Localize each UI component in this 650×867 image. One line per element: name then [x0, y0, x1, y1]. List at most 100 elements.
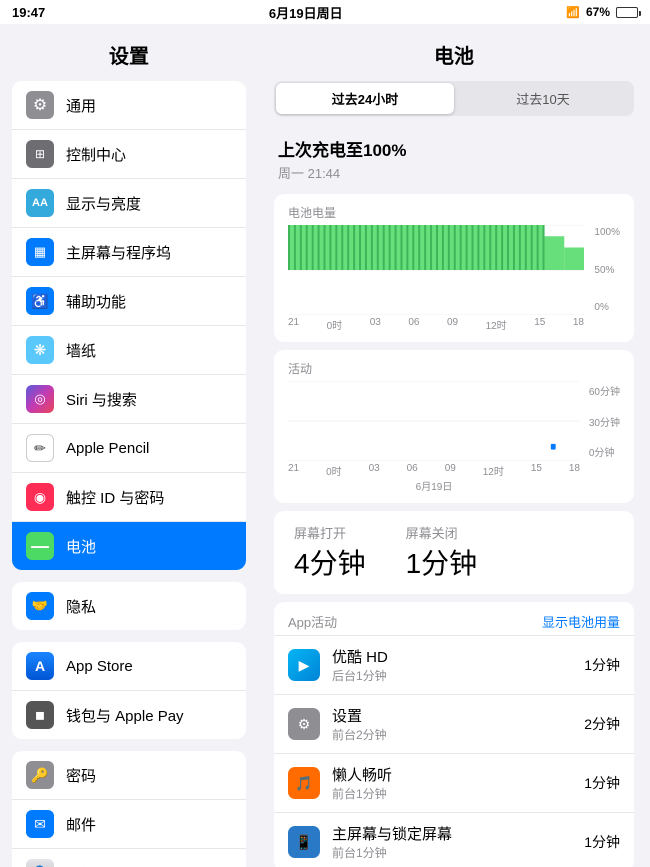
- lanren-name: 懒人畅听: [332, 764, 584, 785]
- touch-id-label: 触控 ID 与密码: [66, 487, 164, 508]
- youku-icon: ▶: [288, 649, 320, 681]
- sidebar-item-accessibility[interactable]: ♿ 辅助功能: [12, 277, 246, 326]
- sidebar-item-mail[interactable]: ✉ 邮件: [12, 800, 246, 849]
- y-label-50: 50%: [594, 265, 620, 276]
- home-screen-label: 主屏幕与程序坞: [66, 242, 171, 263]
- wallet-icon: ◼: [26, 701, 54, 729]
- touch-id-icon: ◉: [26, 483, 54, 511]
- status-bar: 19:47 6月19日周日 📶 67%: [0, 0, 650, 24]
- status-indicators: 📶 67%: [566, 5, 638, 19]
- activity-chart-x-labels: 21 0时 03 06 09 12时 15 18: [288, 461, 620, 478]
- main-area: 设置 ⚙ 通用 ⊞ 控制中心 AA 显示与亮度 ▦ 主屏幕与程序坞 ♿ 辅助功能: [0, 24, 650, 867]
- sidebar-group-2: 🤝 隐私: [12, 582, 246, 630]
- homescreen-time: 1分钟: [584, 832, 620, 852]
- sidebar-group-3: A App Store ◼ 钱包与 Apple Pay: [12, 642, 246, 739]
- homescreen-sub: 前台1分钟: [332, 844, 584, 861]
- settings-info: 设置 前台2分钟: [332, 705, 584, 743]
- app-row-youku[interactable]: ▶ 优酷 HD 后台1分钟 1分钟: [274, 635, 634, 694]
- youku-name: 优酷 HD: [332, 646, 584, 667]
- sidebar-item-app-store[interactable]: A App Store: [12, 642, 246, 691]
- sidebar-group-4: 🔑 密码 ✉ 邮件 👤 通讯录 📅 日历 📝 备忘录 ⋮ 提醒事项: [12, 751, 246, 867]
- contacts-label: 通讯录: [66, 863, 111, 867]
- app-activity-action[interactable]: 显示电池用量: [542, 612, 620, 631]
- homescreen-icon: 📱: [288, 826, 320, 858]
- battery-label: 电池: [66, 536, 96, 557]
- sidebar-item-control-center[interactable]: ⊞ 控制中心: [12, 130, 246, 179]
- right-panel: 电池 过去24小时 过去10天 上次充电至100% 周一 21:44 电池电量: [258, 24, 650, 867]
- charge-info: 上次充电至100% 周一 21:44: [258, 128, 650, 186]
- y-label-100: 100%: [594, 227, 620, 238]
- passwords-label: 密码: [66, 765, 96, 786]
- screen-on-stat: 屏幕打开 4分钟: [294, 523, 366, 582]
- display-icon: AA: [26, 189, 54, 217]
- screen-on-value: 4分钟: [294, 542, 366, 582]
- wallpaper-icon: ❋: [26, 336, 54, 364]
- screen-off-label: 屏幕关闭: [406, 523, 478, 542]
- settings-time: 2分钟: [584, 714, 620, 734]
- battery-chart-x-labels: 21 0时 03 06 09 12时 15 18: [288, 315, 620, 332]
- app-store-label: App Store: [66, 658, 133, 675]
- wifi-icon: 📶: [566, 6, 580, 19]
- sidebar: 设置 ⚙ 通用 ⊞ 控制中心 AA 显示与亮度 ▦ 主屏幕与程序坞 ♿ 辅助功能: [0, 24, 258, 867]
- control-center-label: 控制中心: [66, 144, 126, 165]
- screen-stats: 屏幕打开 4分钟 屏幕关闭 1分钟: [274, 511, 634, 594]
- sidebar-item-home-screen[interactable]: ▦ 主屏幕与程序坞: [12, 228, 246, 277]
- app-row-homescreen[interactable]: 📱 主屏幕与锁定屏幕 前台1分钟 1分钟: [274, 812, 634, 867]
- sidebar-item-wallpaper[interactable]: ❋ 墙纸: [12, 326, 246, 375]
- sidebar-item-contacts[interactable]: 👤 通讯录: [12, 849, 246, 867]
- control-center-icon: ⊞: [26, 140, 54, 168]
- display-label: 显示与亮度: [66, 193, 141, 214]
- sidebar-item-privacy[interactable]: 🤝 隐私: [12, 582, 246, 630]
- battery-chart-svg: [288, 225, 584, 315]
- accessibility-label: 辅助功能: [66, 291, 126, 312]
- sidebar-item-touch-id[interactable]: ◉ 触控 ID 与密码: [12, 473, 246, 522]
- app-row-settings[interactable]: ⚙ 设置 前台2分钟 2分钟: [274, 694, 634, 753]
- apple-pencil-icon: ✏: [26, 434, 54, 462]
- sidebar-item-battery[interactable]: — 电池: [12, 522, 246, 570]
- battery-chart-section: 电池电量: [274, 194, 634, 342]
- homescreen-info: 主屏幕与锁定屏幕 前台1分钟: [332, 823, 584, 861]
- tab-10d[interactable]: 过去10天: [454, 83, 632, 114]
- mail-label: 邮件: [66, 814, 96, 835]
- wallpaper-label: 墙纸: [66, 340, 96, 361]
- sidebar-title: 设置: [0, 32, 258, 81]
- charge-time: 周一 21:44: [278, 163, 630, 182]
- sidebar-group-1: ⚙ 通用 ⊞ 控制中心 AA 显示与亮度 ▦ 主屏幕与程序坞 ♿ 辅助功能 ❋ …: [12, 81, 246, 570]
- youku-info: 优酷 HD 后台1分钟: [332, 646, 584, 684]
- app-row-lanren[interactable]: 🎵 懒人畅听 前台1分钟 1分钟: [274, 753, 634, 812]
- app-activity-title: App活动: [288, 612, 337, 631]
- app-activity-header: App活动 显示电池用量: [274, 602, 634, 635]
- sidebar-item-wallet[interactable]: ◼ 钱包与 Apple Pay: [12, 691, 246, 739]
- mail-icon: ✉: [26, 810, 54, 838]
- screen-off-stat: 屏幕关闭 1分钟: [406, 523, 478, 582]
- sidebar-item-apple-pencil[interactable]: ✏ Apple Pencil: [12, 424, 246, 473]
- battery-percent: 67%: [586, 5, 610, 19]
- activity-chart-y-labels: 60分钟 30分钟 0分钟: [589, 381, 620, 461]
- y-label-0: 0%: [594, 302, 620, 313]
- siri-label: Siri 与搜索: [66, 389, 137, 410]
- siri-icon: ◎: [26, 385, 54, 413]
- charge-title: 上次充电至100%: [278, 136, 630, 161]
- tab-24h[interactable]: 过去24小时: [276, 83, 454, 114]
- activity-chart-label: 活动: [288, 360, 620, 377]
- lanren-sub: 前台1分钟: [332, 785, 584, 802]
- battery-chart-label: 电池电量: [288, 204, 620, 221]
- lanren-info: 懒人畅听 前台1分钟: [332, 764, 584, 802]
- privacy-label: 隐私: [66, 596, 96, 617]
- lanren-time: 1分钟: [584, 773, 620, 793]
- contacts-icon: 👤: [26, 859, 54, 867]
- battery-icon: [616, 7, 638, 18]
- sidebar-item-passwords[interactable]: 🔑 密码: [12, 751, 246, 800]
- status-date: 6月19日周日: [269, 3, 343, 22]
- sidebar-item-siri[interactable]: ◎ Siri 与搜索: [12, 375, 246, 424]
- sidebar-item-display[interactable]: AA 显示与亮度: [12, 179, 246, 228]
- sidebar-item-general[interactable]: ⚙ 通用: [12, 81, 246, 130]
- passwords-icon: 🔑: [26, 761, 54, 789]
- activity-date-label: 6月19日: [288, 478, 620, 493]
- apple-pencil-label: Apple Pencil: [66, 440, 149, 457]
- app-store-icon: A: [26, 652, 54, 680]
- wallet-label: 钱包与 Apple Pay: [66, 705, 184, 726]
- home-screen-icon: ▦: [26, 238, 54, 266]
- battery-chart-wrapper: 100% 50% 0%: [288, 225, 620, 315]
- screen-on-label: 屏幕打开: [294, 523, 366, 542]
